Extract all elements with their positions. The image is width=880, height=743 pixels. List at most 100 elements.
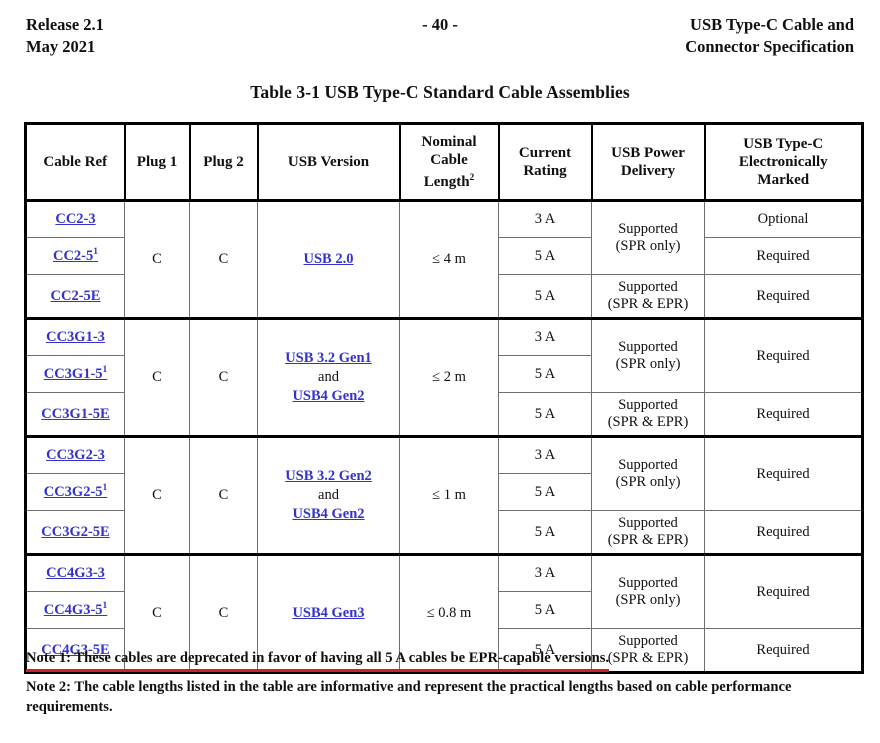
header-spec-title-line2: Connector Specification bbox=[685, 37, 854, 56]
power-delivery-cell: Supported (SPR only) bbox=[591, 435, 705, 511]
footnote-marker: 1 bbox=[102, 601, 108, 612]
nominal-cable-length-cell: ≤ 2 m bbox=[399, 317, 499, 437]
cable-ref-link[interactable]: CC3G1-5E bbox=[41, 406, 109, 422]
pd-line2: (SPR & EPR) bbox=[607, 414, 689, 430]
electronically-marked-cell: Required bbox=[704, 435, 863, 511]
current-rating-cell: 3 A bbox=[498, 317, 592, 356]
plug1-cell: C bbox=[124, 317, 190, 437]
cable-assemblies-table: Cable Ref Plug 1 Plug 2 USB Version Nomi… bbox=[24, 122, 864, 674]
note-2: Note 2: The cable lengths listed in the … bbox=[26, 679, 792, 715]
electronically-marked-cell: Required bbox=[704, 553, 863, 629]
pd-line2: (SPR & EPR) bbox=[607, 296, 689, 312]
cable-ref-link[interactable]: CC3G2-5E bbox=[41, 524, 109, 540]
em-header-line2: Electronically bbox=[738, 154, 828, 170]
pd-line2: (SPR only) bbox=[615, 474, 681, 490]
pd-line1: Supported bbox=[618, 279, 678, 295]
usb-version-link[interactable]: USB 3.2 Gen2 bbox=[285, 468, 372, 484]
length-header-footnote-marker: 2 bbox=[469, 173, 475, 183]
pd-header-line2: Delivery bbox=[620, 163, 676, 179]
power-delivery-cell: Supported (SPR & EPR) bbox=[591, 274, 705, 319]
cable-ref-cell: CC4G3-51 bbox=[25, 591, 125, 629]
pd-line2: (SPR & EPR) bbox=[607, 532, 689, 548]
usb-version-link[interactable]: USB4 Gen3 bbox=[292, 605, 364, 621]
current-header-line2: Rating bbox=[523, 163, 567, 179]
header-date: May 2021 bbox=[26, 37, 96, 56]
cable-ref-cell: CC3G1-5E bbox=[25, 392, 125, 437]
pd-line2: (SPR only) bbox=[615, 592, 681, 608]
col-header-nominal-cable-length: Nominal Cable Length2 bbox=[398, 123, 500, 202]
cable-ref-link[interactable]: CC3G2-3 bbox=[46, 447, 105, 463]
pd-line2: (SPR only) bbox=[615, 238, 681, 254]
cable-ref-cell: CC3G1-3 bbox=[25, 317, 125, 356]
current-rating-cell: 5 A bbox=[498, 510, 592, 555]
usb-version-link[interactable]: USB 3.2 Gen1 bbox=[285, 350, 372, 366]
usb-version-conjunction: and bbox=[318, 369, 339, 385]
nominal-cable-length-cell: ≤ 4 m bbox=[399, 199, 499, 319]
table-notes: Note 1: These cables are deprecated in f… bbox=[26, 648, 838, 717]
col-header-plug2: Plug 2 bbox=[188, 123, 259, 202]
pd-line1: Supported bbox=[618, 339, 678, 355]
current-rating-cell: 3 A bbox=[498, 553, 592, 592]
electronically-marked-cell: Required bbox=[704, 392, 863, 437]
cable-ref-cell: CC2-51 bbox=[25, 237, 125, 275]
power-delivery-cell: Supported (SPR only) bbox=[591, 199, 705, 275]
current-header-line1: Current bbox=[518, 145, 572, 161]
plug1-cell: C bbox=[124, 199, 190, 319]
note-1-row: Note 1: These cables are deprecated in f… bbox=[26, 648, 838, 672]
cable-ref-link[interactable]: CC4G3-51 bbox=[44, 601, 108, 618]
usb-version-link-secondary[interactable]: USB4 Gen2 bbox=[292, 388, 364, 404]
col-header-usb-version: USB Version bbox=[256, 123, 401, 202]
col-header-cable-ref: Cable Ref bbox=[25, 123, 126, 202]
header-right: USB Type-C Cable and Connector Specifica… bbox=[685, 14, 854, 58]
pd-line1: Supported bbox=[618, 575, 678, 591]
table-caption: Table 3-1 USB Type-C Standard Cable Asse… bbox=[250, 82, 630, 102]
current-rating-cell: 5 A bbox=[498, 392, 592, 437]
col-header-plug1: Plug 1 bbox=[123, 123, 191, 202]
pd-line1: Supported bbox=[618, 633, 678, 649]
table-container: Cable Ref Plug 1 Plug 2 USB Version Nomi… bbox=[24, 122, 864, 674]
usb-version-cell: USB 3.2 Gen2 and USB4 Gen2 bbox=[257, 435, 400, 555]
current-rating-cell: 5 A bbox=[498, 591, 592, 629]
table-row: CC2-3 C C USB 2.0 ≤ 4 m 3 A Supported (S… bbox=[25, 199, 863, 319]
electronically-marked-cell: Required bbox=[704, 510, 863, 555]
cable-ref-cell: CC3G1-51 bbox=[25, 355, 125, 393]
plug2-cell: C bbox=[189, 317, 258, 437]
table-row: CC3G2-3 C C USB 3.2 Gen2 and USB4 Gen2 ≤… bbox=[25, 435, 863, 555]
pd-line1: Supported bbox=[618, 221, 678, 237]
electronically-marked-cell: Optional bbox=[704, 199, 863, 238]
power-delivery-cell: Supported (SPR & EPR) bbox=[591, 392, 705, 437]
cable-ref-link[interactable]: CC3G2-51 bbox=[44, 483, 108, 500]
cable-ref-link[interactable]: CC2-5E bbox=[51, 288, 101, 304]
electronically-marked-cell: Required bbox=[704, 237, 863, 275]
table-header-row: Cable Ref Plug 1 Plug 2 USB Version Nomi… bbox=[25, 123, 863, 202]
usb-version-cell: USB 3.2 Gen1 and USB4 Gen2 bbox=[257, 317, 400, 437]
note-1: Note 1: These cables are deprecated in f… bbox=[26, 648, 610, 672]
cable-ref-link[interactable]: CC3G1-3 bbox=[46, 329, 105, 345]
cable-ref-link[interactable]: CC2-51 bbox=[53, 247, 99, 264]
pd-line1: Supported bbox=[618, 515, 678, 531]
em-header-line3: Marked bbox=[757, 172, 810, 188]
col-header-electronically-marked: USB Type-C Electronically Marked bbox=[703, 123, 863, 202]
cable-ref-cell: CC2-3 bbox=[25, 199, 125, 238]
em-header-line1: USB Type-C bbox=[743, 136, 824, 152]
current-rating-cell: 5 A bbox=[498, 355, 592, 393]
footnote-marker: 1 bbox=[93, 247, 99, 258]
nominal-cable-length-cell: ≤ 1 m bbox=[399, 435, 499, 555]
usb-version-link[interactable]: USB 2.0 bbox=[304, 251, 354, 267]
plug2-cell: C bbox=[189, 199, 258, 319]
electronically-marked-cell: Required bbox=[704, 317, 863, 393]
footnote-marker: 1 bbox=[102, 365, 108, 376]
power-delivery-cell: Supported (SPR only) bbox=[591, 317, 705, 393]
current-rating-cell: 5 A bbox=[498, 237, 592, 275]
cable-ref-link[interactable]: CC3G1-51 bbox=[44, 365, 108, 382]
length-header-line1: Nominal bbox=[421, 134, 477, 150]
cable-ref-cell: CC3G2-3 bbox=[25, 435, 125, 474]
table-row: CC4G3-3 C C USB4 Gen3 ≤ 0.8 m 3 A Suppor… bbox=[25, 553, 863, 673]
current-rating-cell: 5 A bbox=[498, 274, 592, 319]
cable-ref-link[interactable]: CC4G3-3 bbox=[46, 565, 105, 581]
col-header-usb-power-delivery: USB Power Delivery bbox=[590, 123, 706, 202]
pd-line1: Supported bbox=[618, 397, 678, 413]
footnote-marker: 1 bbox=[102, 483, 108, 494]
cable-ref-link[interactable]: CC2-3 bbox=[55, 211, 95, 227]
usb-version-link-secondary[interactable]: USB4 Gen2 bbox=[292, 506, 364, 522]
